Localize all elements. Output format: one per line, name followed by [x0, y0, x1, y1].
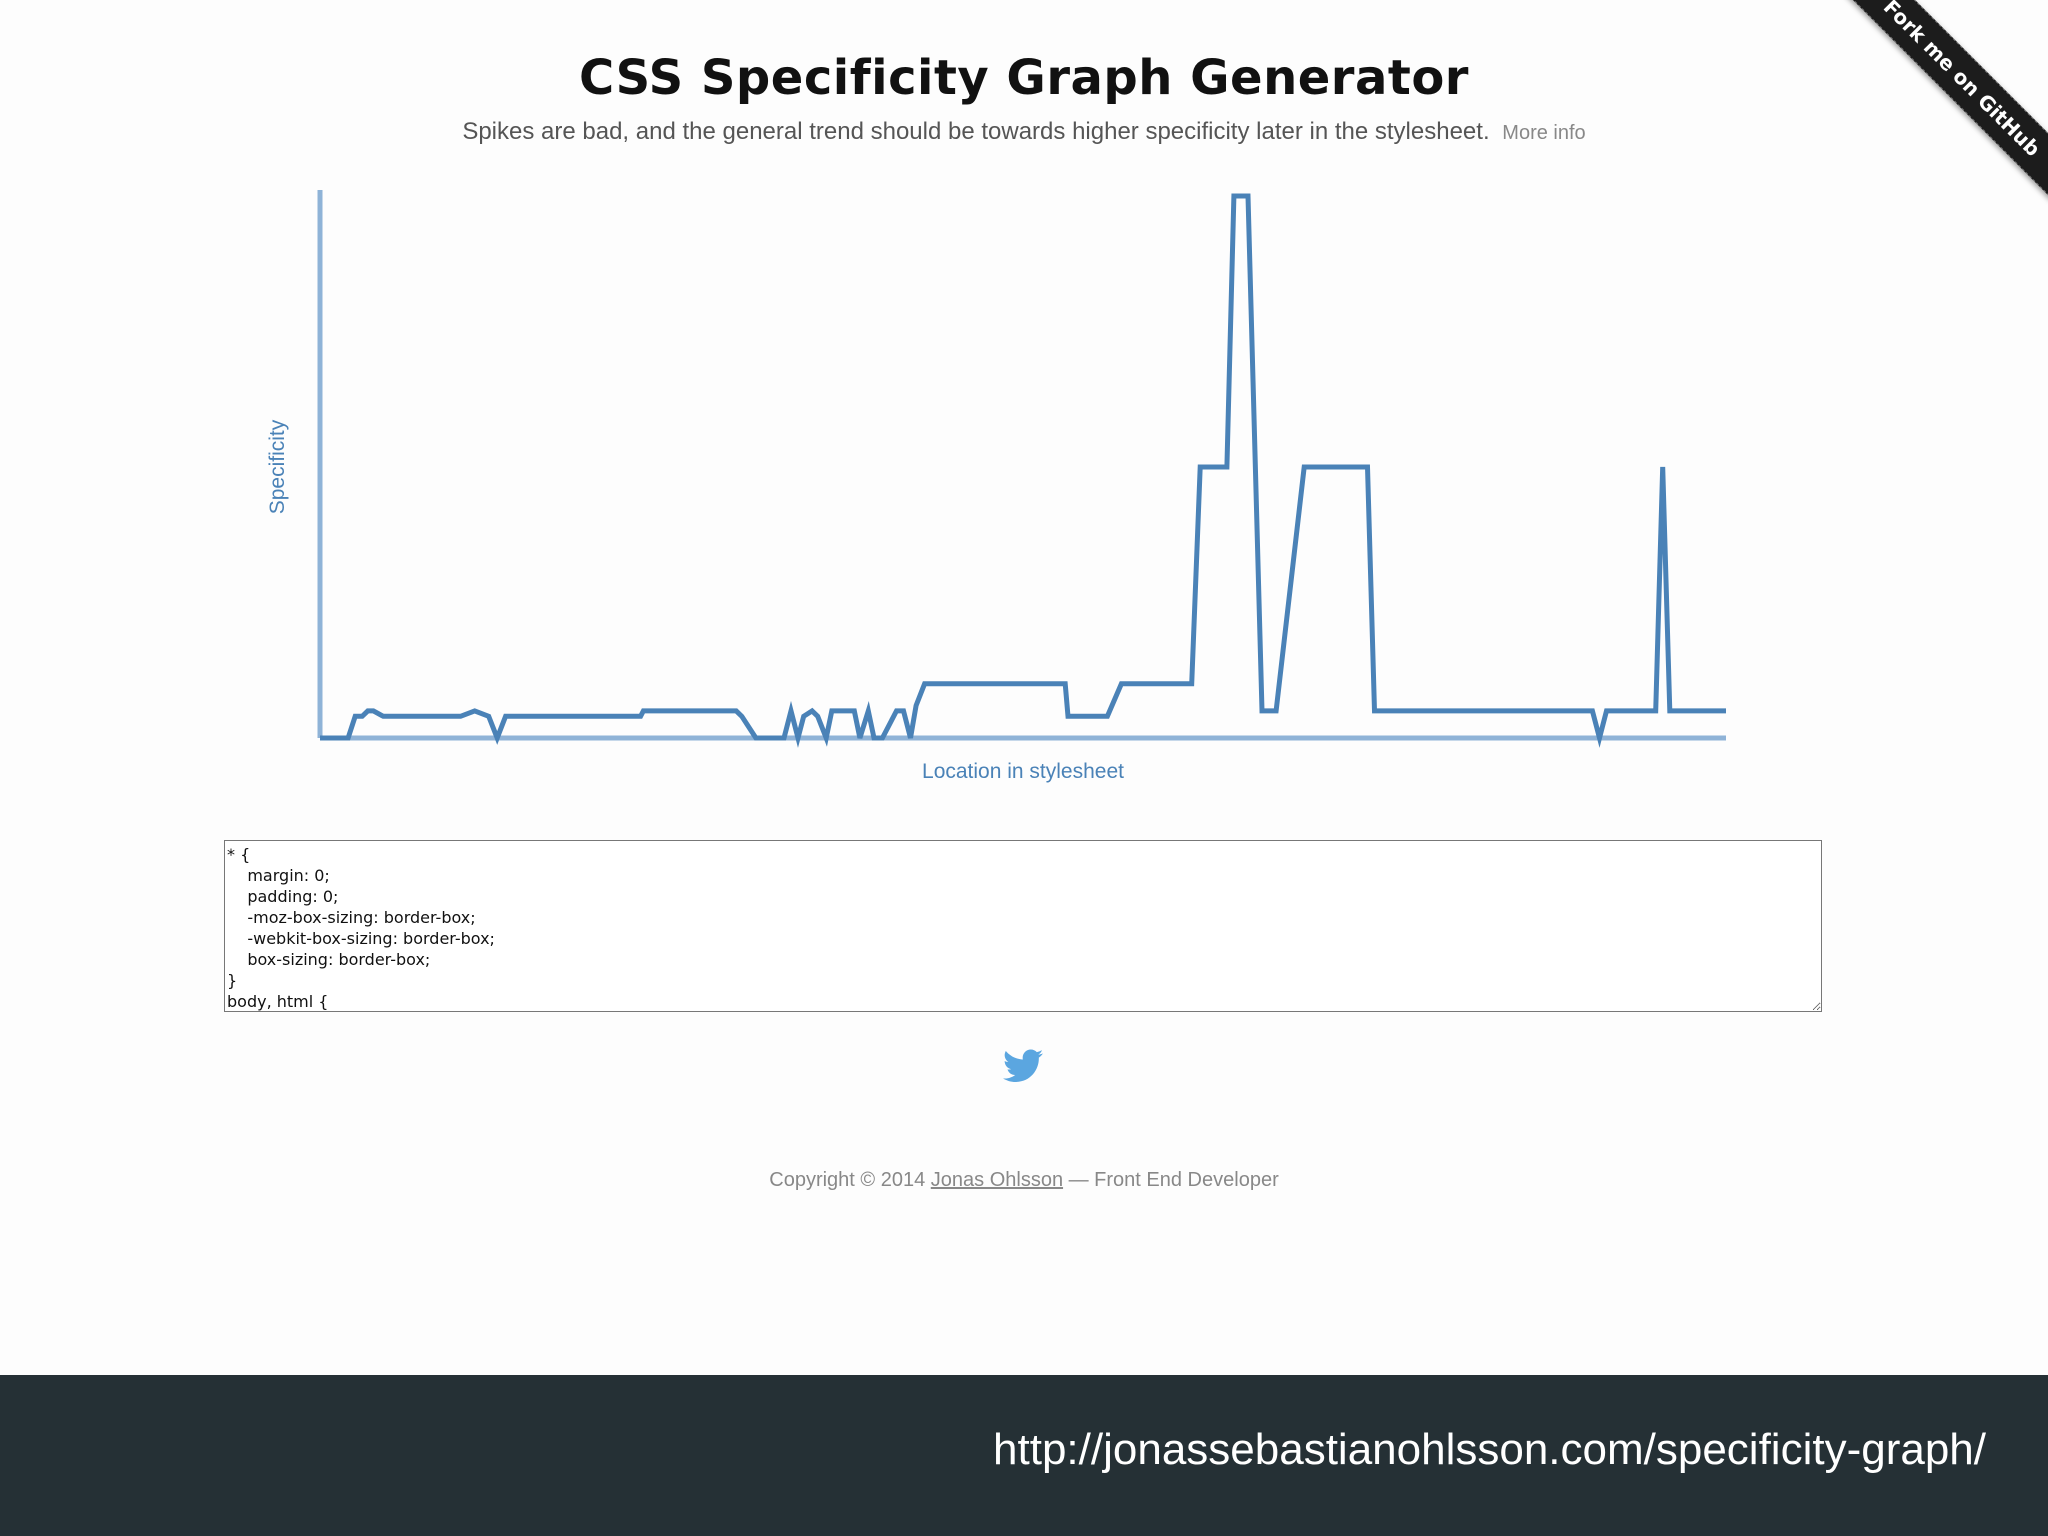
url-caption: http://jonassebastianohlsson.com/specifi… — [993, 1425, 1986, 1474]
github-ribbon: Fork me on GitHub — [1818, 0, 2048, 230]
x-axis-label: Location in stylesheet — [922, 760, 1124, 783]
twitter-icon[interactable] — [1003, 1049, 1043, 1083]
author-link[interactable]: Jonas Ohlsson — [931, 1169, 1063, 1191]
fork-me-on-github-link[interactable]: Fork me on GitHub — [1840, 0, 2048, 200]
css-input[interactable]: * { margin: 0; padding: 0; -moz-box-sizi… — [224, 840, 1822, 1012]
specificity-line — [320, 193, 1726, 748]
more-info-link[interactable]: More info — [1502, 122, 1585, 144]
footer: Copyright © 2014 Jonas Ohlsson — Front E… — [0, 1169, 2048, 1192]
page: CSS Specificity Graph Generator Spikes a… — [0, 0, 2048, 1375]
page-title: CSS Specificity Graph Generator — [579, 50, 1469, 106]
footer-role: — Front End Developer — [1068, 1169, 1279, 1191]
y-axis-label: Specificity — [266, 419, 289, 514]
subtitle-text: Spikes are bad, and the general trend sh… — [462, 118, 1490, 145]
copyright-text: Copyright © 2014 — [769, 1169, 926, 1191]
page-subtitle: Spikes are bad, and the general trend sh… — [0, 118, 2048, 146]
specificity-chart: Specificity Location in stylesheet — [266, 190, 1726, 783]
